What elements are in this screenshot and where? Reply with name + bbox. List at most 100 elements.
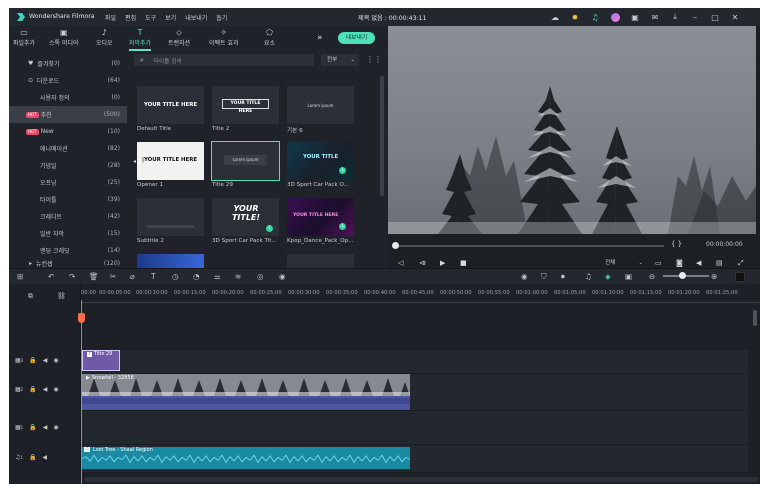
title-thumb-default[interactable]: YOUR TITLE HERE — [137, 86, 204, 124]
display-icon[interactable]: ▭ — [655, 259, 662, 267]
bulb-icon[interactable]: ✹ — [569, 11, 581, 23]
text-edit-icon[interactable]: T — [151, 272, 156, 281]
delete-icon[interactable]: 🗑 — [89, 272, 99, 281]
lock-icon[interactable]: 🔒 — [29, 454, 36, 461]
menu-view[interactable]: 보기 — [165, 13, 176, 22]
sidebar-item-downloads[interactable]: ⊙ 다운로드 (64) — [9, 72, 127, 89]
zoom-slider[interactable] — [663, 275, 709, 277]
sidebar-item-custom[interactable]: 사용자 정의 (0) — [9, 89, 127, 106]
cut-icon[interactable]: ✂ — [110, 272, 116, 281]
eye-icon[interactable]: ◉ — [53, 386, 58, 393]
mute-icon[interactable]: ◀ — [43, 424, 48, 431]
title-thumb-partial[interactable] — [212, 254, 279, 268]
time-ruler[interactable]: 00:00 00:00:05:00 00:00:10:00 00:00:15:0… — [81, 290, 760, 302]
sidebar-item-subtitles[interactable]: 일반 자막 (15) — [9, 225, 127, 242]
eye-icon[interactable]: ◉ — [53, 424, 58, 431]
preview-scrubber[interactable] — [394, 245, 664, 247]
render-icon[interactable]: ◉ — [521, 272, 528, 281]
green-screen-icon[interactable]: ◎ — [257, 272, 264, 281]
zoom-out-icon[interactable]: ⊖ — [649, 272, 655, 281]
lock-icon[interactable]: 🔒 — [29, 357, 36, 364]
timeline-vertical-scrollbar[interactable] — [753, 310, 757, 326]
tab-transitions[interactable]: ⬦ 트랜지션 — [168, 28, 190, 47]
zoom-in-icon[interactable]: ⊕ — [711, 272, 717, 281]
library-scrollbar[interactable] — [380, 76, 384, 196]
mark-in-out-buttons[interactable]: { } — [671, 240, 682, 248]
mic-icon[interactable]: ⏺ — [561, 272, 565, 282]
music-note-icon[interactable]: ♫ — [585, 272, 592, 281]
title-thumb-subtitle2[interactable] — [137, 198, 204, 236]
grid-view-icon[interactable]: ⋮⋮ — [366, 54, 382, 66]
menu-edit[interactable]: 편집 — [125, 13, 136, 22]
title-thumb-3d-sport-title[interactable]: YOUR TITLE! ↓ — [212, 198, 279, 236]
save-icon[interactable]: ▣ — [629, 11, 641, 23]
adjust-icon[interactable]: ⚌ — [214, 272, 221, 281]
more-tabs-icon[interactable]: » — [317, 33, 323, 43]
title-thumb-title2[interactable]: YOUR TITLE HERE — [212, 86, 279, 124]
play-icon[interactable]: ▶ — [440, 259, 445, 267]
color-icon[interactable]: ◔ — [193, 272, 200, 281]
mute-icon[interactable]: ◀ — [42, 454, 47, 461]
menu-export[interactable]: 내보내기 — [185, 13, 207, 22]
collapse-sidebar-icon[interactable]: ◂ — [133, 158, 136, 165]
zoom-slider-handle[interactable] — [679, 272, 686, 279]
close-icon[interactable]: ✕ — [729, 11, 741, 23]
mute-icon[interactable]: ◀ — [43, 357, 48, 364]
search-input[interactable]: ⌕ 타이틀 검색 — [134, 54, 314, 66]
ai-icon[interactable]: ◈ — [605, 272, 611, 281]
title-thumb-opener1[interactable]: |YOUR TITLE HERE — [137, 142, 204, 180]
filter-dropdown[interactable]: 전부 ⌄ — [321, 54, 359, 66]
sidebar-item-new-concept[interactable]: ▸ 뉴컨셉 (120) — [9, 259, 127, 268]
headset-icon[interactable]: ♫ — [589, 11, 601, 23]
track-video-3[interactable] — [81, 350, 748, 374]
add-track-icon[interactable]: ⧉ — [28, 292, 33, 301]
tab-effects[interactable]: ✧ 이펙트 효과 — [209, 28, 239, 47]
sidebar-item-end-credits[interactable]: 엔딩 크레딧 (14) — [9, 242, 127, 259]
link-icon[interactable]: ⛓ — [57, 292, 66, 300]
crop-icon[interactable]: ⌀ — [130, 272, 135, 281]
timeline-horizontal-scrollbar[interactable] — [84, 477, 759, 482]
download-icon[interactable]: ⤓ — [669, 11, 681, 23]
layout-icon[interactable]: ▤ — [716, 259, 723, 267]
sidebar-item-new[interactable]: HOT New (10) — [9, 123, 127, 140]
lock-icon[interactable]: 🔒 — [29, 386, 36, 393]
minimize-icon[interactable]: – — [689, 11, 701, 23]
sidebar-item-opening[interactable]: 오프닝 (25) — [9, 174, 127, 191]
camera-icon[interactable]: ◙ — [676, 259, 683, 267]
title-thumb-3d-sport-opener[interactable]: YOUR TITLE ↓ — [287, 142, 354, 180]
menu-help[interactable]: 돕기 — [216, 13, 227, 22]
stabilize-icon[interactable]: ◉ — [279, 272, 286, 281]
sidebar-item-anniversary[interactable]: 기념일 (28) — [9, 157, 127, 174]
tab-import[interactable]: ▭ 파일추가 — [13, 28, 35, 47]
menu-file[interactable]: 파일 — [105, 13, 116, 22]
title-thumb-title29[interactable]: Lorem ipsum — [211, 141, 280, 181]
sidebar-item-title[interactable]: 타이틀 (39) — [9, 191, 127, 208]
speed-icon[interactable]: ◷ — [172, 272, 179, 281]
layout-grid-icon[interactable]: ⊞ — [17, 272, 23, 281]
redo-icon[interactable]: ↷ — [69, 272, 75, 281]
stop-icon[interactable]: ■ — [460, 259, 467, 267]
playhead-handle[interactable] — [78, 313, 85, 323]
fullscreen-icon[interactable]: ⤢ — [738, 259, 744, 268]
menu-tools[interactable]: 도구 — [145, 13, 156, 22]
scrubber-handle[interactable] — [392, 242, 399, 249]
export-button[interactable]: 내보내기 — [338, 32, 375, 44]
undo-icon[interactable]: ↶ — [48, 272, 54, 281]
panel-toggle-icon[interactable] — [735, 272, 745, 282]
track-video-1[interactable] — [81, 411, 748, 445]
shield-icon[interactable]: ⛉ — [541, 272, 547, 282]
tab-audio[interactable]: ♪ 오디오 — [96, 28, 113, 47]
volume-icon[interactable]: ◀ — [696, 259, 701, 267]
sidebar-item-recommended[interactable]: HOT 추천 (500) — [9, 106, 127, 123]
title-thumb-kpop-dance[interactable]: YOUR TITLE HERE ↓ — [287, 198, 354, 236]
title-thumb-partial[interactable] — [137, 254, 204, 268]
eye-icon[interactable]: ◉ — [53, 357, 58, 364]
prev-frame-icon[interactable]: ◁ — [398, 259, 403, 267]
lock-icon[interactable]: 🔒 — [29, 424, 36, 431]
subtitle-icon[interactable]: ▣ — [625, 272, 632, 281]
avatar-icon[interactable] — [609, 11, 621, 23]
mute-icon[interactable]: ◀ — [43, 386, 48, 393]
playhead-line[interactable] — [81, 300, 82, 484]
tab-stock-media[interactable]: ▣ 스톡 미디어 — [49, 28, 79, 47]
title-thumb-partial[interactable] — [287, 254, 354, 268]
